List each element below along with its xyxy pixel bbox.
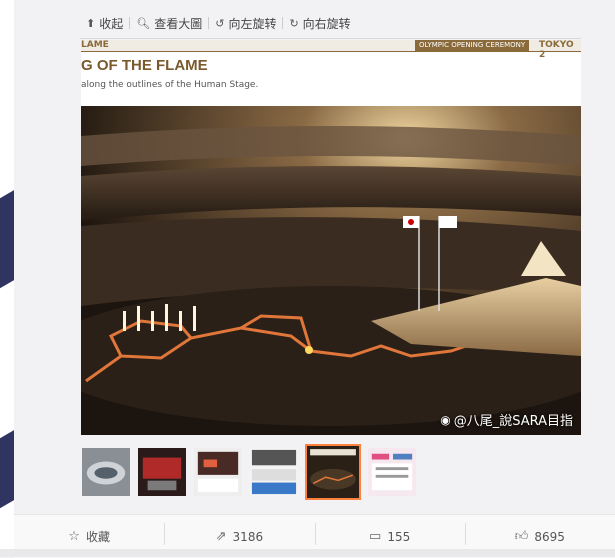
- thumbnail-5-selected[interactable]: [305, 444, 361, 500]
- thumbnail-strip: [81, 444, 417, 500]
- rotate-left-icon: ↺: [215, 16, 225, 30]
- torch-light: [305, 346, 313, 354]
- decorative-shard: [0, 190, 14, 300]
- thumbnail-1[interactable]: [81, 447, 131, 497]
- main-photo[interactable]: LAME OLYMPIC OPENING CEREMONY TOKYO 2 G …: [81, 40, 581, 435]
- rotate-left-button[interactable]: ↺ 向左旋转: [209, 15, 282, 32]
- toolbar-divider-line: [80, 38, 581, 39]
- rotate-right-button[interactable]: ↻ 向右旋转: [283, 15, 356, 32]
- comment-count: 155: [387, 529, 411, 544]
- search-icon: 🔍︎: [136, 16, 151, 30]
- slide-header-left-text: LAME: [81, 40, 109, 50]
- flag-olympic: [439, 216, 457, 228]
- share-icon: ⇗: [215, 529, 227, 544]
- image-toolbar: ⬆ 收起 🔍︎ 查看大圖 ↺ 向左旋转 ↻ 向右旋转: [80, 12, 357, 34]
- favorite-label: 收藏: [85, 530, 110, 544]
- rotate-left-label: 向左旋转: [228, 16, 277, 31]
- rotate-right-label: 向右旋转: [302, 16, 351, 31]
- comment-icon: ▭: [369, 529, 382, 544]
- thumbnail-6[interactable]: [367, 447, 417, 497]
- left-decorative-strip: [0, 0, 14, 557]
- star-icon: ☆: [68, 529, 80, 544]
- page-bottom-edge: [0, 549, 615, 557]
- slide-title: G OF THE FLAME: [81, 57, 208, 74]
- slide-header-right-text: TOKYO 2: [539, 40, 574, 60]
- thumbnail-4[interactable]: [249, 447, 299, 497]
- thumbs-up-icon: 👍︎: [514, 529, 529, 544]
- photo-watermark: ◉ @八尾_說SARA目指: [440, 410, 573, 430]
- stadium-scene-image: [81, 106, 581, 435]
- share-count: 3186: [232, 529, 264, 544]
- view-large-label: 查看大圖: [154, 16, 203, 31]
- thumbnail-2[interactable]: [137, 447, 187, 497]
- collapse-label: 收起: [99, 16, 124, 31]
- photo-slide-header: LAME OLYMPIC OPENING CEREMONY TOKYO 2 G …: [81, 40, 581, 106]
- weibo-icon: ◉: [440, 412, 451, 427]
- flag-japan-sun: [408, 219, 414, 225]
- view-large-button[interactable]: 🔍︎ 查看大圖: [130, 15, 208, 32]
- collapse-button[interactable]: ⬆ 收起: [80, 15, 129, 32]
- rotate-right-icon: ↻: [289, 16, 299, 30]
- thumbnail-3[interactable]: [193, 447, 243, 497]
- like-count: 8695: [534, 529, 565, 544]
- collapse-icon: ⬆: [86, 16, 96, 30]
- decorative-shard: [0, 430, 14, 520]
- slide-subtitle: along the outlines of the Human Stage.: [81, 80, 259, 90]
- watermark-text: @八尾_說SARA目指: [453, 414, 573, 429]
- slide-header-center-text: OLYMPIC OPENING CEREMONY: [415, 40, 530, 51]
